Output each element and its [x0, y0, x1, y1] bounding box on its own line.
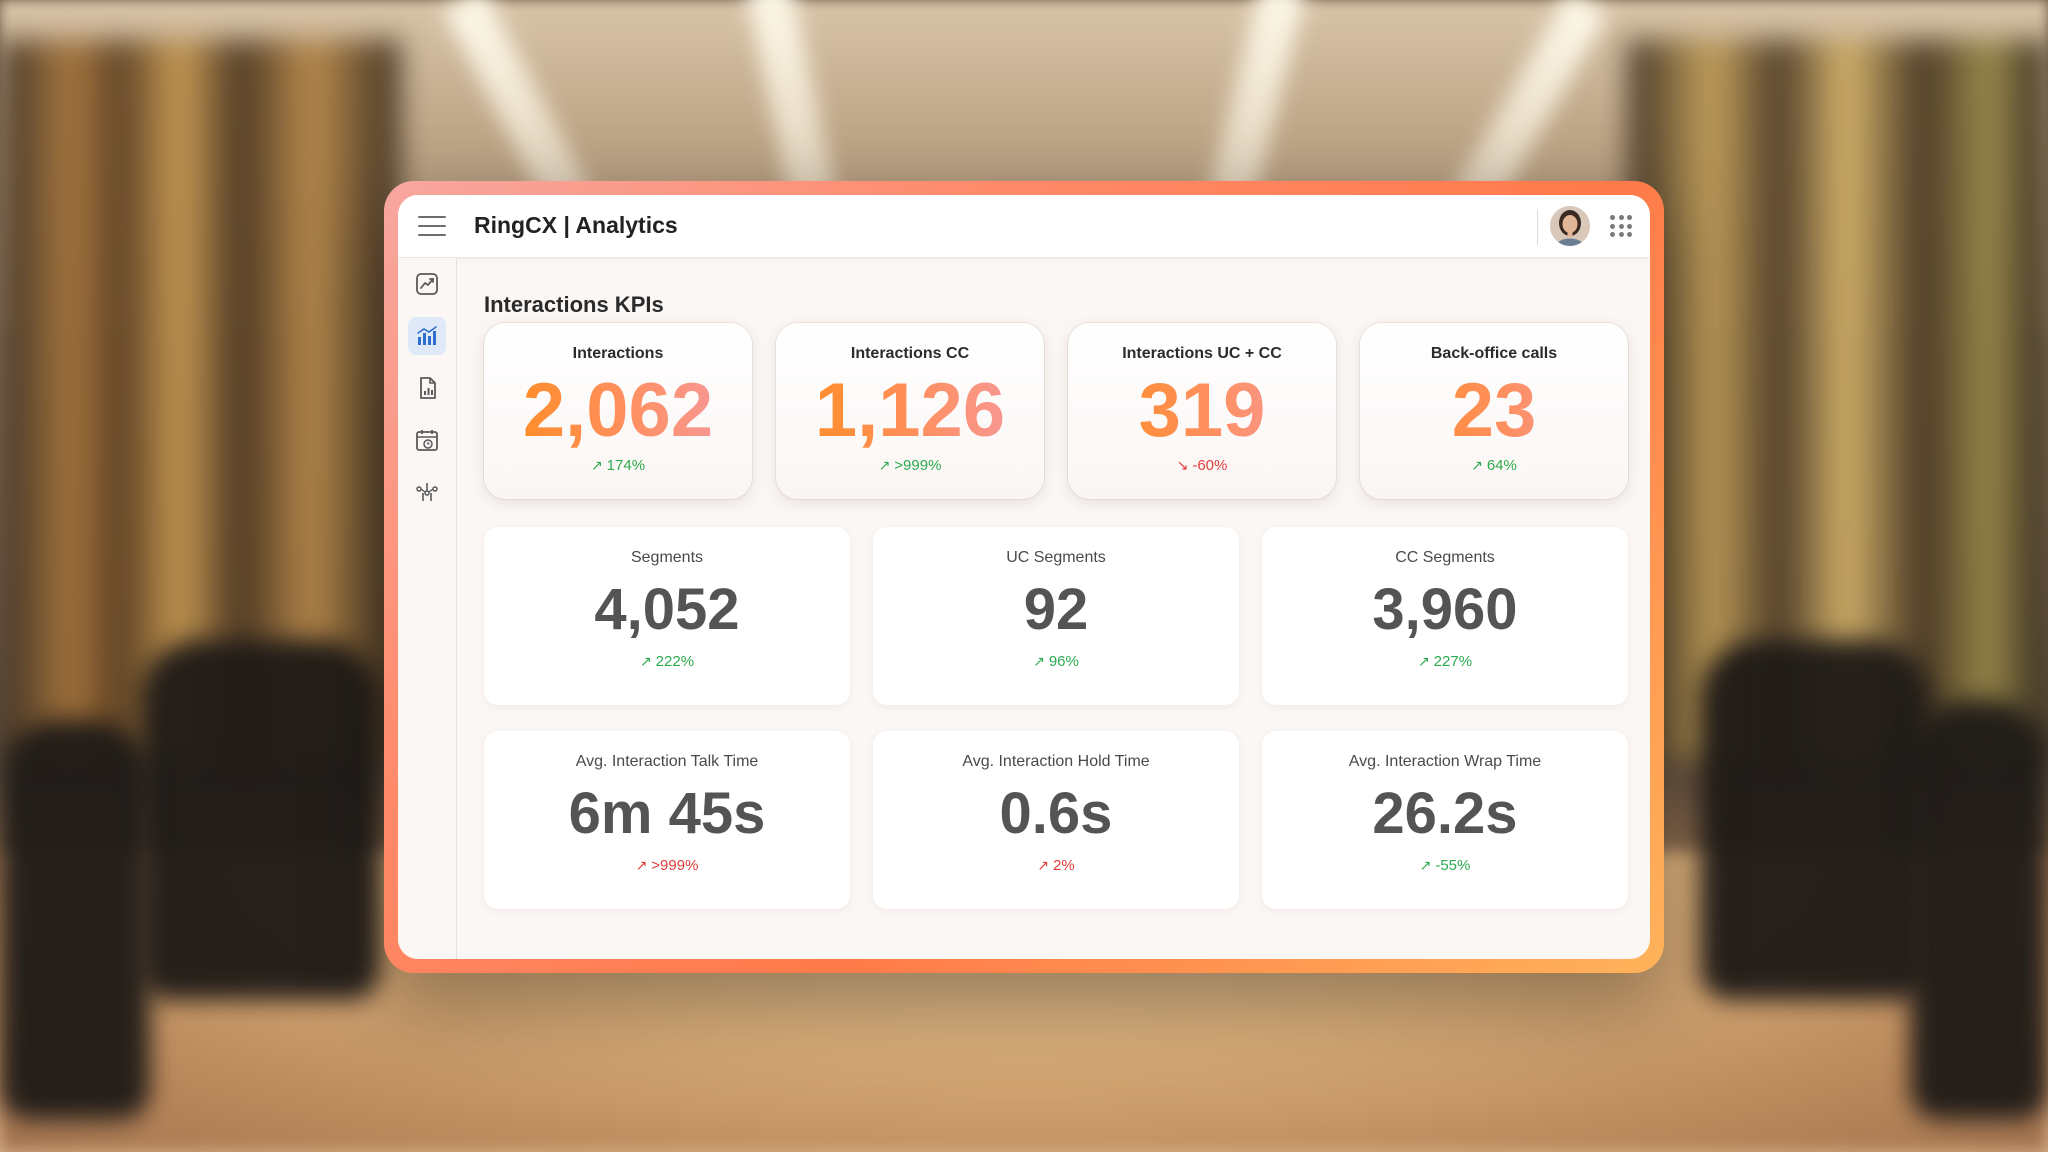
stat-change: ↗ >999%	[484, 857, 850, 874]
chair	[1910, 700, 2048, 1120]
stat-card-uc-segments[interactable]: UC Segments 92 ↗ 96%	[873, 527, 1239, 705]
kpi-change: ↗ 64%	[1360, 457, 1628, 474]
kpi-change-value: >999%	[894, 457, 942, 474]
stat-label: Avg. Interaction Talk Time	[575, 753, 759, 770]
app-title: RingCX | Analytics	[474, 212, 678, 238]
arrow-up-right-icon: ↗	[1471, 457, 1483, 473]
kpi-label: Interactions CC	[850, 345, 970, 362]
topbar-divider	[1537, 209, 1538, 245]
stat-card-avg-hold-time[interactable]: Avg. Interaction Hold Time 0.6s ↗ 2%	[873, 731, 1239, 909]
arrow-up-right-icon: ↗	[1417, 653, 1430, 669]
stat-label: Avg. Interaction Hold Time	[962, 753, 1150, 770]
app-launcher-grid-icon[interactable]	[1610, 215, 1632, 237]
stat-change-value: 96%	[1048, 653, 1079, 670]
sidebar-item-kpis[interactable]	[408, 317, 446, 355]
stat-change-value: 222%	[655, 653, 695, 670]
stat-label: UC Segments	[1006, 549, 1106, 566]
stat-change-value: 227%	[1433, 653, 1473, 670]
stat-value: 0.6s	[999, 781, 1113, 846]
arrow-up-right-icon: ↗	[1037, 857, 1050, 873]
kpi-value: 2,062	[484, 369, 752, 453]
calendar-clock-icon	[416, 430, 438, 451]
kpi-card-back-office-calls[interactable]: Back-office calls 23 ↗ 64%	[1360, 323, 1628, 499]
user-avatar-image	[1550, 206, 1590, 246]
kpi-label: Back-office calls	[1430, 345, 1558, 362]
arrow-up-right-icon: ↗	[1033, 653, 1045, 669]
trend-chart-icon	[416, 273, 438, 295]
stat-value: 92	[1023, 577, 1089, 642]
app-window: RingCX | Analytics Interactions KPIs Int…	[398, 195, 1650, 959]
stat-change: ↗ 227%	[1262, 653, 1628, 670]
user-avatar[interactable]	[1550, 206, 1590, 246]
stat-label: Segments	[630, 549, 704, 566]
kpi-change: ↘ -60%	[1068, 457, 1336, 474]
kpi-change: ↗ >999%	[776, 457, 1044, 474]
stat-change-value: >999%	[651, 857, 699, 874]
kpi-card-interactions[interactable]: Interactions 2,062 ↗ 174%	[484, 323, 752, 499]
kpi-card-interactions-cc[interactable]: Interactions CC 1,126 ↗ >999%	[776, 323, 1044, 499]
kpi-change-value: -60%	[1192, 457, 1228, 474]
stat-card-segments[interactable]: Segments 4,052 ↗ 222%	[484, 527, 850, 705]
kpi-value: 23	[1360, 369, 1628, 453]
kpi-label: Interactions UC + CC	[1122, 345, 1282, 362]
stat-change-value: 2%	[1053, 857, 1075, 874]
sidebar-item-schedule[interactable]	[408, 421, 446, 459]
stat-card-avg-wrap-time[interactable]: Avg. Interaction Wrap Time 26.2s ↗ -55%	[1262, 731, 1628, 909]
stat-label: Avg. Interaction Wrap Time	[1348, 753, 1542, 770]
arrow-up-right-icon: ↗	[590, 457, 603, 473]
stat-value: 3,960	[1372, 577, 1518, 642]
bar-chart-icon	[417, 326, 437, 345]
stat-label: CC Segments	[1395, 549, 1495, 566]
arrow-up-right-icon: ↗	[1419, 857, 1432, 873]
chair	[1700, 640, 1930, 1000]
report-document-icon	[420, 377, 436, 399]
stat-value: 4,052	[594, 577, 740, 642]
kpi-value: 319	[1068, 369, 1336, 453]
sidebar-item-trends[interactable]	[408, 265, 446, 303]
arrow-up-right-icon: ↗	[639, 653, 652, 669]
arrow-up-right-icon: ↗	[878, 457, 891, 473]
kpi-label: Interactions	[572, 345, 664, 362]
stat-card-avg-talk-time[interactable]: Avg. Interaction Talk Time 6m 45s ↗ >999%	[484, 731, 850, 909]
kpi-change-value: 174%	[606, 457, 646, 474]
stat-change: ↗ -55%	[1262, 857, 1628, 874]
kpi-change: ↗ 174%	[484, 457, 752, 474]
stat-change: ↗ 2%	[873, 857, 1239, 874]
hamburger-menu-icon[interactable]	[418, 216, 446, 236]
stat-value: 26.2s	[1372, 781, 1518, 846]
chair	[140, 640, 380, 1000]
sidebar-item-reports[interactable]	[408, 369, 446, 407]
stat-value: 6m 45s	[568, 781, 766, 846]
flow-nodes-icon	[416, 483, 438, 501]
arrow-up-right-icon: ↗	[635, 857, 648, 873]
app-window-frame: RingCX | Analytics Interactions KPIs Int…	[384, 181, 1664, 973]
kpi-value: 1,126	[776, 369, 1044, 453]
section-title: Interactions KPIs	[484, 292, 664, 317]
sidebar-item-flows[interactable]	[408, 473, 446, 511]
stat-card-cc-segments[interactable]: CC Segments 3,960 ↗ 227%	[1262, 527, 1628, 705]
stat-change: ↗ 222%	[484, 653, 850, 670]
sidebar	[398, 258, 457, 959]
kpi-change-value: 64%	[1486, 457, 1517, 474]
arrow-down-right-icon: ↘	[1176, 457, 1189, 473]
stat-change: ↗ 96%	[873, 653, 1239, 670]
kpi-card-interactions-uc-cc[interactable]: Interactions UC + CC 319 ↘ -60%	[1068, 323, 1336, 499]
chair	[0, 720, 150, 1120]
top-bar: RingCX | Analytics	[398, 195, 1650, 258]
stat-change-value: -55%	[1435, 857, 1471, 874]
